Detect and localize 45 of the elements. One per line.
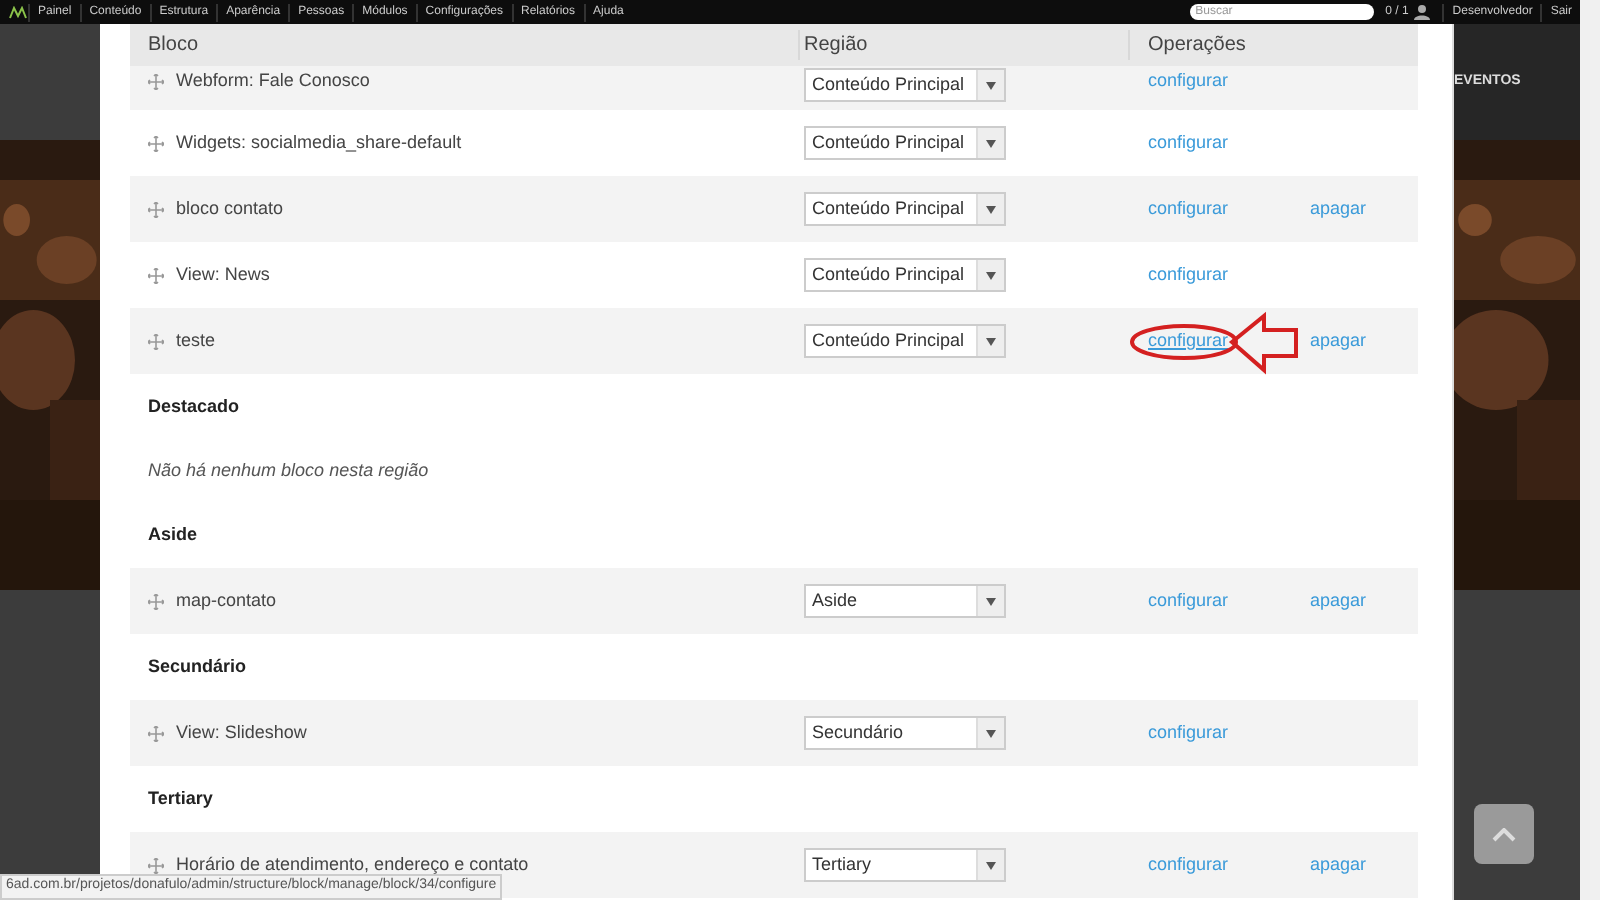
- block-name: map-contato: [176, 587, 277, 614]
- drag-handle-icon[interactable]: [148, 857, 164, 873]
- dropdown-arrow-icon: [986, 729, 996, 737]
- block-name: View: Slideshow: [176, 719, 307, 746]
- dropdown-arrow-icon: [986, 205, 996, 213]
- block-name: View: News: [176, 261, 270, 288]
- block-name: teste: [176, 327, 216, 354]
- dropdown-arrow-icon: [986, 337, 996, 345]
- dropdown-arrow-icon: [986, 139, 996, 147]
- region-select[interactable]: Conteúdo Principal: [804, 258, 1006, 292]
- drag-handle-icon[interactable]: [148, 73, 164, 90]
- dropdown-arrow-icon: [986, 81, 996, 89]
- block-name: Webform: Fale Conosco: [176, 68, 370, 94]
- scrollbar[interactable]: [1580, 0, 1600, 900]
- dropdown-arrow-icon: [986, 861, 996, 869]
- drag-handle-icon[interactable]: [148, 333, 164, 349]
- region-select[interactable]: Conteúdo Principal: [804, 126, 1006, 160]
- region-heading: Tertiary: [148, 785, 213, 812]
- region-select[interactable]: Conteúdo Principal: [804, 324, 1006, 358]
- region-select[interactable]: Conteúdo Principal: [804, 68, 1006, 102]
- region-heading: Aside: [148, 521, 198, 548]
- column-header: Bloco: [130, 30, 800, 60]
- region-heading: Secundário: [148, 653, 247, 680]
- chevron-up-icon: [1492, 827, 1516, 841]
- block-name: bloco contato: [176, 195, 284, 222]
- scroll-to-top-button[interactable]: [1474, 804, 1534, 864]
- dropdown-arrow-icon: [986, 271, 996, 279]
- region-select[interactable]: Conteúdo Principal: [804, 192, 1006, 226]
- region-select[interactable]: Tertiary: [804, 848, 1006, 882]
- column-header: Região: [800, 30, 1130, 60]
- drag-handle-icon[interactable]: [148, 135, 164, 151]
- column-header: Operações: [1146, 32, 1246, 60]
- region-select[interactable]: Secundário: [804, 716, 1006, 750]
- block-name: Horário de atendimento, endereço e contato: [176, 851, 529, 877]
- region-select[interactable]: Aside: [804, 584, 1006, 618]
- user-icon[interactable]: [1414, 4, 1431, 20]
- dropdown-arrow-icon: [986, 597, 996, 605]
- drag-handle-icon[interactable]: [148, 593, 164, 609]
- drag-handle-icon[interactable]: [148, 201, 164, 217]
- drag-handle-icon[interactable]: [148, 725, 164, 741]
- home-icon[interactable]: [8, 5, 28, 19]
- region-heading: Destacado: [148, 393, 240, 420]
- block-name: Widgets: socialmedia_share-default: [176, 129, 462, 156]
- drag-handle-icon[interactable]: [148, 267, 164, 283]
- empty-region-message: Não há nenhum bloco nesta região: [148, 457, 429, 484]
